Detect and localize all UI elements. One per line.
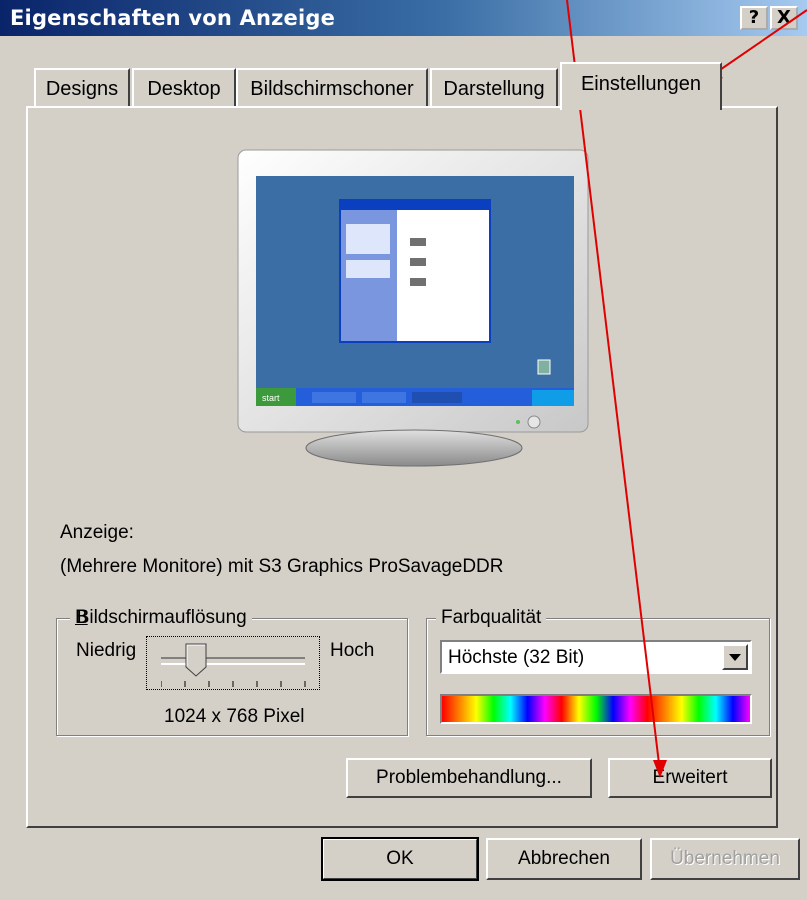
annotation-arrow-advanced	[566, 0, 661, 773]
arrowhead-advanced	[653, 760, 667, 778]
annotation-arrows	[566, 0, 807, 778]
annotation-arrow-settings-tab	[713, 9, 807, 75]
tab-settings[interactable]: Einstellungen	[560, 62, 722, 110]
